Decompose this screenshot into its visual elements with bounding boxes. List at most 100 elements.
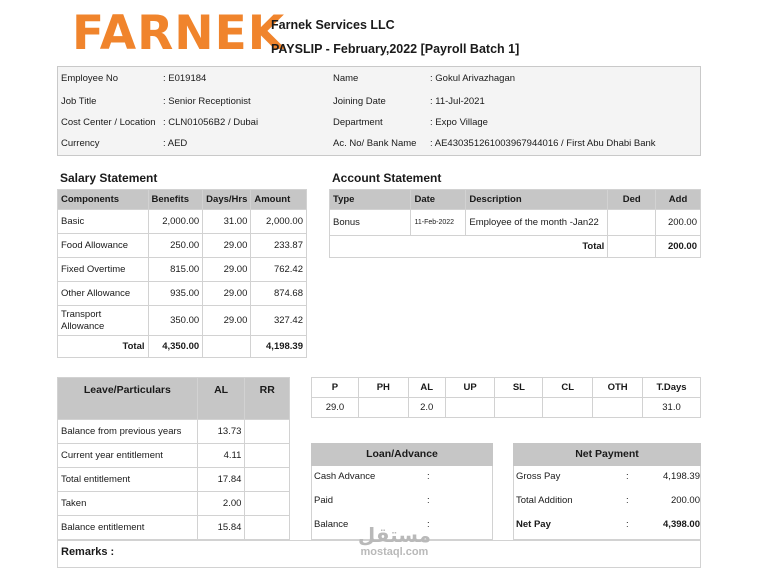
currency-value: : AED xyxy=(163,138,188,149)
table-row: 29.0 2.0 31.0 xyxy=(311,397,701,418)
attendance-header-p: P xyxy=(311,377,359,398)
department-label: Department xyxy=(333,117,383,128)
job-title-label: Job Title xyxy=(61,96,97,107)
cost-center-label: Cost Center / Location xyxy=(61,117,156,128)
salary-header-amount: Amount xyxy=(250,189,307,210)
salary-component: Other Allowance xyxy=(57,281,149,306)
attendance-header-oth: OTH xyxy=(592,377,644,398)
attendance-oth-value xyxy=(592,397,644,418)
table-row: Balance from previous years 13.73 xyxy=(57,419,290,444)
salary-total-benefits: 4,350.00 xyxy=(147,335,204,358)
attendance-sl-value xyxy=(494,397,544,418)
account-header-type: Type xyxy=(328,189,412,210)
attendance-tdays-value: 31.0 xyxy=(642,397,701,418)
table-row: Food Allowance 250.00 29.00 233.87 xyxy=(57,233,307,258)
total-addition-value: 200.00 xyxy=(670,495,700,506)
leave-label: Total entitlement xyxy=(57,467,198,492)
salary-benefits: 935.00 xyxy=(147,281,204,306)
table-row: Other Allowance 935.00 29.00 874.68 xyxy=(57,281,307,306)
company-name: Farnek Services LLC xyxy=(271,18,395,32)
loan-paid-label: Paid xyxy=(314,495,334,506)
attendance-cl-value xyxy=(542,397,594,418)
loan-title: Loan/Advance xyxy=(311,443,493,466)
leave-header-al: AL xyxy=(196,377,246,420)
table-row: Total entitlement 17.84 xyxy=(57,467,290,492)
salary-statement-title: Salary Statement xyxy=(60,171,158,185)
watermark: مستقل mostaql.com xyxy=(358,526,431,558)
salary-benefits: 2,000.00 xyxy=(147,209,204,234)
leave-rr xyxy=(244,443,290,468)
leave-label: Balance from previous years xyxy=(57,419,198,444)
logo-text: FARNEK xyxy=(72,6,286,61)
salary-component: Fixed Overtime xyxy=(57,257,149,282)
salary-total-label: Total xyxy=(57,335,149,358)
attendance-al-value: 2.0 xyxy=(407,397,446,418)
account-total-label: Total xyxy=(328,235,609,258)
account-total-row: Total 200.00 xyxy=(328,235,701,258)
account-type: Bonus xyxy=(328,209,412,236)
attendance-header-sl: SL xyxy=(494,377,544,398)
account-header-add: Add xyxy=(655,189,701,210)
account-header-description: Description xyxy=(465,189,609,210)
salary-header-days: Days/Hrs xyxy=(202,189,252,210)
leave-rr xyxy=(244,467,290,492)
salary-benefits: 250.00 xyxy=(147,233,204,258)
table-row: Fixed Overtime 815.00 29.00 762.42 xyxy=(57,257,307,282)
bank-value: : AE430351261003967944016 / First Abu Dh… xyxy=(430,138,656,149)
salary-total-row: Total 4,350.00 4,198.39 xyxy=(57,335,307,358)
table-row: Basic 2,000.00 31.00 2,000.00 xyxy=(57,209,307,234)
salary-amount: 874.68 xyxy=(250,281,307,306)
total-addition-sep: : xyxy=(626,495,629,506)
salary-header-components: Components xyxy=(57,189,149,210)
salary-table: Components Benefits Days/Hrs Amount Basi… xyxy=(57,189,307,358)
net-payment-title: Net Payment xyxy=(513,443,701,466)
account-header-ded: Ded xyxy=(607,189,657,210)
salary-amount: 762.42 xyxy=(250,257,307,282)
attendance-header-al: AL xyxy=(407,377,446,398)
account-header-date: Date xyxy=(410,189,467,210)
leave-al: 15.84 xyxy=(196,515,246,540)
employee-info-panel: Employee No : E019184 Job Title : Senior… xyxy=(57,66,701,156)
salary-benefits: 815.00 xyxy=(147,257,204,282)
loan-cash-advance-label: Cash Advance xyxy=(314,471,376,482)
job-title-value: : Senior Receptionist xyxy=(163,96,251,107)
currency-label: Currency xyxy=(61,138,100,149)
attendance-table: P PH AL UP SL CL OTH T.Days 29.0 2.0 31.… xyxy=(311,377,701,418)
loan-balance-label: Balance xyxy=(314,519,349,530)
table-row: Balance entitlement 15.84 xyxy=(57,515,290,540)
gross-pay-sep: : xyxy=(626,471,629,482)
salary-total-amount: 4,198.39 xyxy=(250,335,307,358)
account-total-add: 200.00 xyxy=(655,235,701,258)
net-pay-label: Net Pay xyxy=(516,519,551,530)
leave-rr xyxy=(244,419,290,444)
table-row: Current year entitlement 4.11 xyxy=(57,443,290,468)
leave-al: 17.84 xyxy=(196,467,246,492)
gross-pay-label: Gross Pay xyxy=(516,471,561,482)
salary-component: Food Allowance xyxy=(57,233,149,258)
table-row: Transport Allowance 350.00 29.00 327.42 xyxy=(57,305,307,336)
leave-header-particulars: Leave/Particulars xyxy=(57,377,198,420)
salary-amount: 327.42 xyxy=(250,305,307,336)
employee-no-label: Employee No xyxy=(61,73,119,84)
account-ded xyxy=(607,209,657,236)
name-value: : Gokul Arivazhagan xyxy=(430,73,516,84)
salary-days: 31.00 xyxy=(202,209,252,234)
leave-rr xyxy=(244,515,290,540)
salary-days: 29.00 xyxy=(202,257,252,282)
attendance-header-up: UP xyxy=(444,377,496,398)
salary-benefits: 350.00 xyxy=(147,305,204,336)
department-value: : Expo Village xyxy=(430,117,488,128)
remarks-label: Remarks : xyxy=(61,546,115,558)
account-add: 200.00 xyxy=(655,209,701,236)
account-statement-title: Account Statement xyxy=(332,171,442,185)
salary-component: Transport Allowance xyxy=(57,305,149,336)
name-label: Name xyxy=(333,73,359,84)
leave-al: 4.11 xyxy=(196,443,246,468)
net-pay-value: 4,398.00 xyxy=(663,519,700,530)
company-logo: FARNEK xyxy=(72,8,285,60)
bank-label: Ac. No/ Bank Name xyxy=(333,138,417,149)
attendance-up-value xyxy=(444,397,496,418)
account-table: Type Date Description Ded Add Bonus 11-F… xyxy=(328,189,701,258)
loan-cash-advance-sep: : xyxy=(427,471,430,482)
watermark-latin: mostaql.com xyxy=(360,546,429,558)
